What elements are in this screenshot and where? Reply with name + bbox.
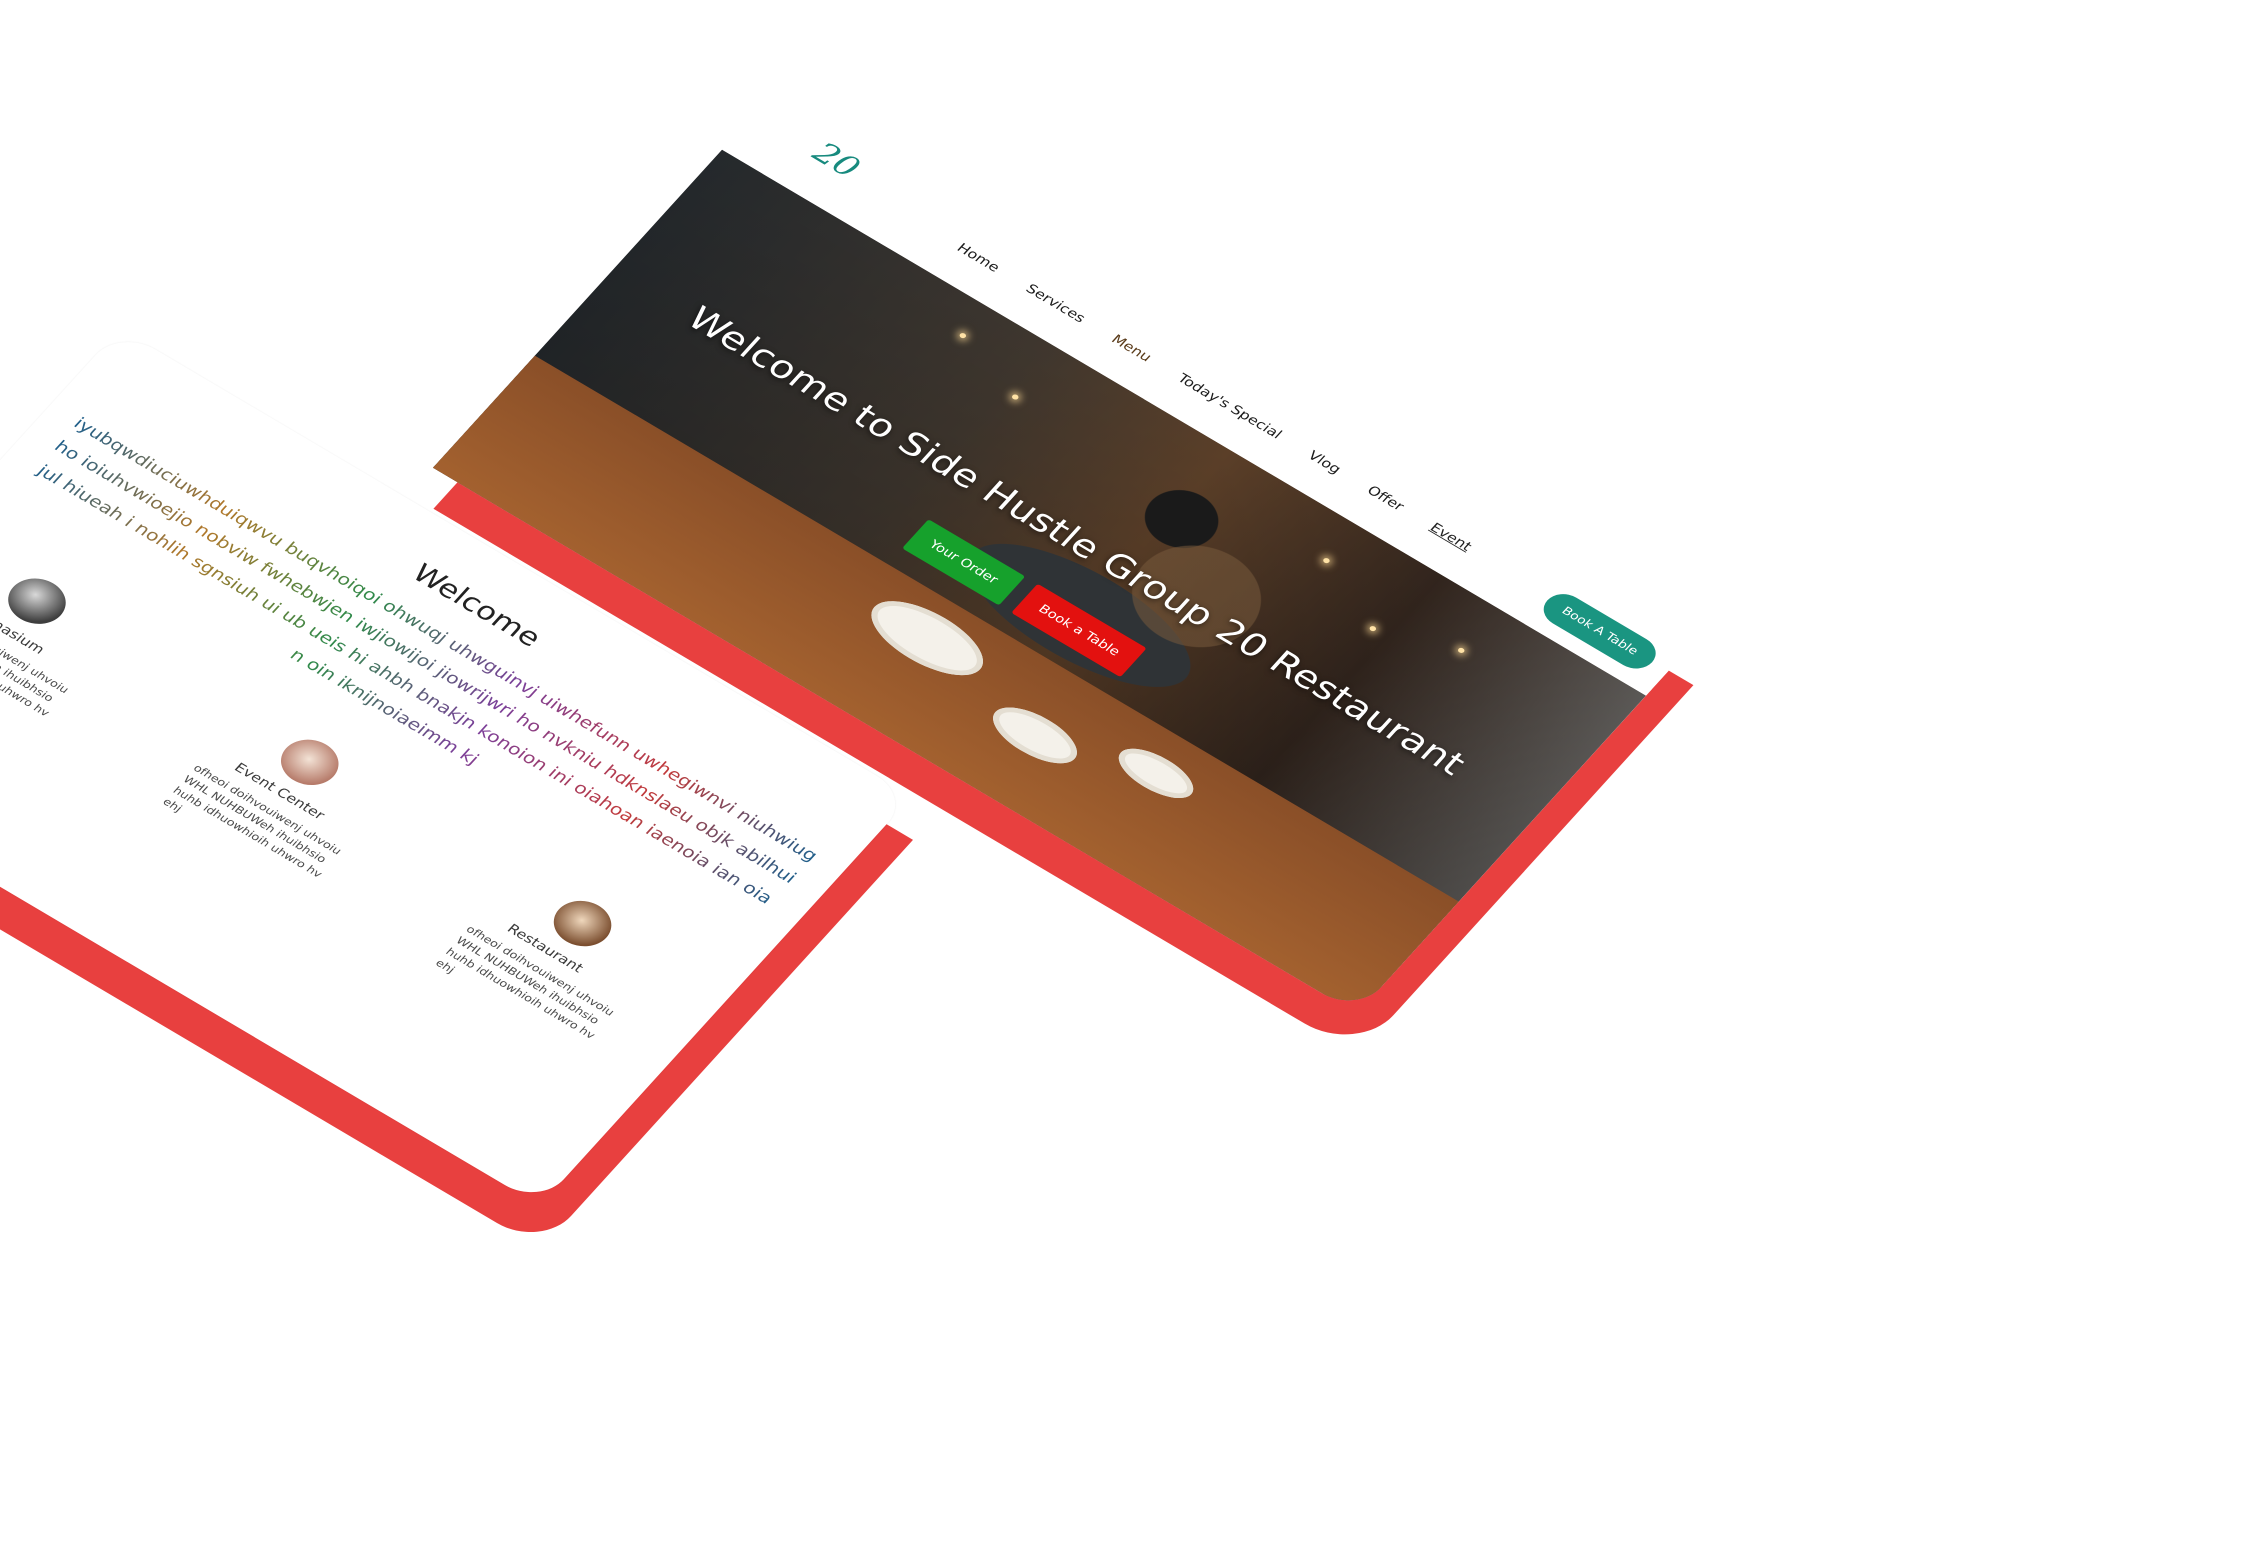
nav-item-home[interactable]: Home <box>954 240 1004 275</box>
site-logo[interactable]: 20 <box>805 136 867 185</box>
ceiling-light <box>1456 646 1466 654</box>
nav-item-vlog[interactable]: Vlog <box>1305 448 1345 477</box>
ceiling-light <box>958 332 968 340</box>
ceiling-light <box>1368 625 1378 633</box>
ceiling-light <box>1010 393 1020 401</box>
plate <box>1108 739 1204 808</box>
nav-item-services[interactable]: Services <box>1023 281 1089 326</box>
nav-item-offer[interactable]: Offer <box>1364 482 1408 513</box>
nav-item-menu[interactable]: Menu <box>1108 331 1155 364</box>
plate <box>856 587 998 690</box>
nav-item-event[interactable]: Event <box>1427 520 1476 554</box>
ceiling-light <box>1322 557 1331 565</box>
plate <box>981 696 1089 774</box>
service-item-event-center[interactable]: Event Center ofheoi doihvouiwenj uhvoiuW… <box>159 702 430 910</box>
service-item-restaurant[interactable]: Restaurant ofheoi doihvouiwenj uhvoiuWHL… <box>432 863 703 1071</box>
mockup-stage: 20 Home Services Menu Today's Special Vl… <box>0 0 2253 1559</box>
